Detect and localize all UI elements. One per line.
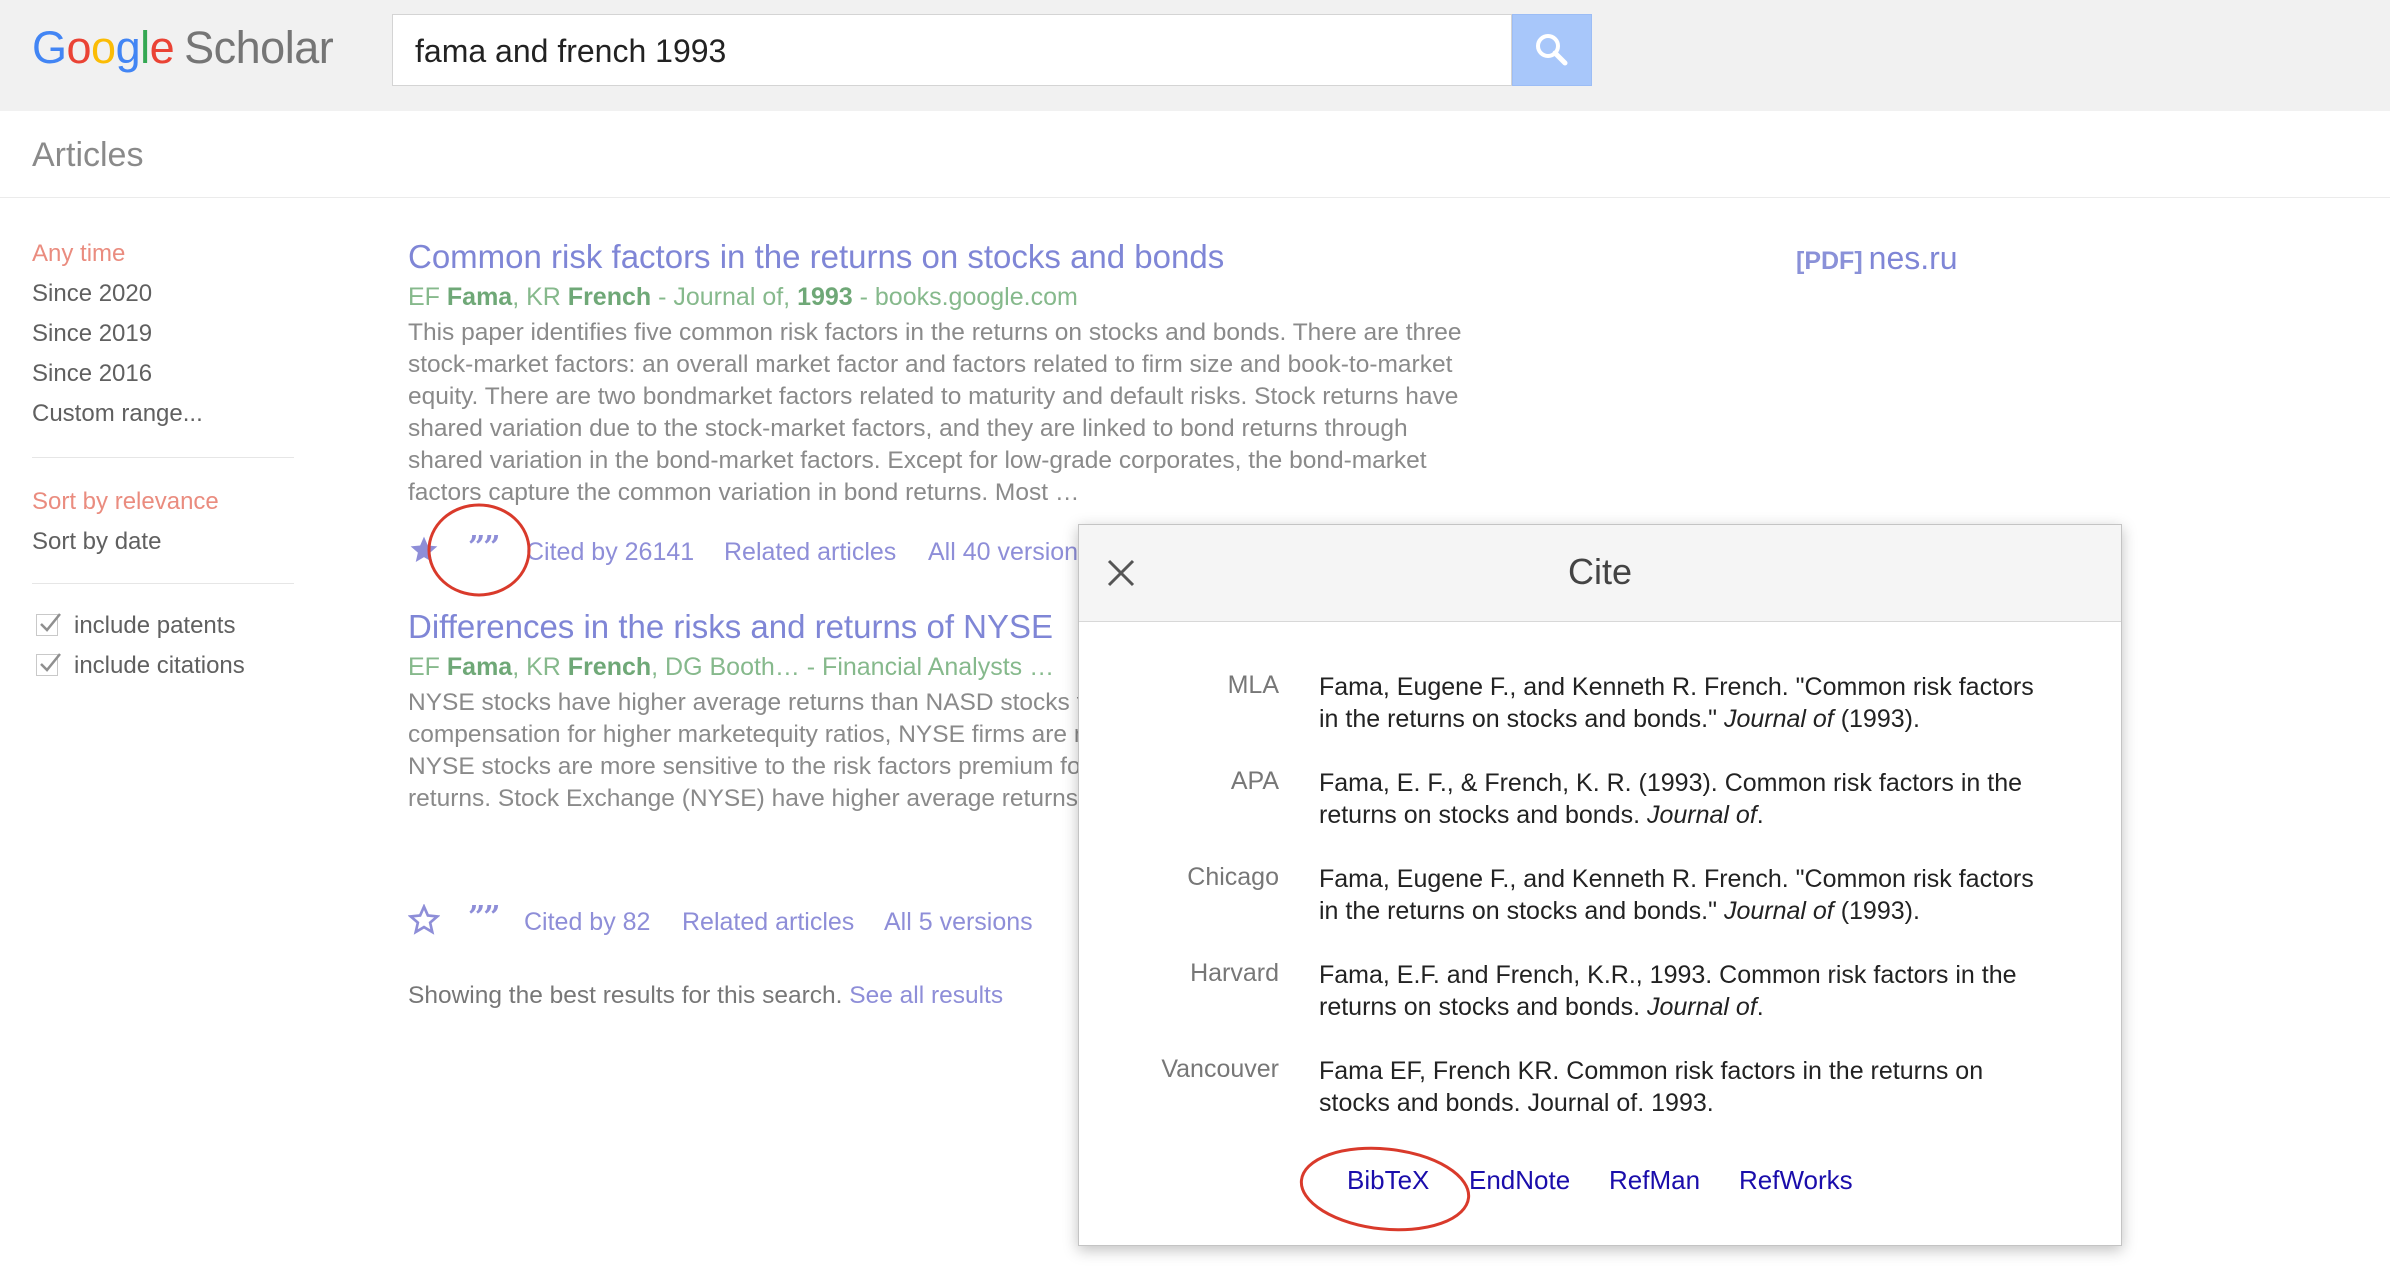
include-citations-checkbox[interactable] <box>36 653 61 676</box>
include-citations-label[interactable]: include citations <box>74 652 245 680</box>
sidebar-divider <box>32 457 294 458</box>
cite-dialog-header: Cite <box>1079 525 2121 622</box>
citation-text[interactable]: Fama, Eugene F., and Kenneth R. French. … <box>1319 671 2039 735</box>
cited-by-link[interactable]: Cited by 82 <box>524 908 650 937</box>
checkmark-icon <box>40 653 61 672</box>
result-authors: EF Fama, KR French, DG Booth… - Financia… <box>408 653 1055 681</box>
search-box <box>392 14 1512 87</box>
include-patents-checkbox[interactable] <box>36 613 61 636</box>
see-all-results-link[interactable]: See all results <box>849 982 1003 1009</box>
all-versions-link[interactable]: All 5 versions <box>884 908 1033 937</box>
include-patents-label[interactable]: include patents <box>74 612 235 640</box>
export-endnote-link[interactable]: EndNote <box>1469 1165 1570 1196</box>
close-icon[interactable] <box>1105 557 1137 589</box>
export-refman-link[interactable]: RefMan <box>1609 1165 1700 1196</box>
citation-text[interactable]: Fama, Eugene F., and Kenneth R. French. … <box>1319 863 2039 927</box>
sort-by-date[interactable]: Sort by date <box>32 528 161 556</box>
citation-format-label: MLA <box>1227 671 1279 699</box>
showing-best-results: Showing the best results for this search… <box>408 982 1004 1009</box>
filter-any-time[interactable]: Any time <box>32 240 125 268</box>
quote-icon[interactable]: ”” <box>468 900 500 935</box>
search-icon <box>1536 34 1568 66</box>
sidebar-divider <box>32 583 294 584</box>
search-input[interactable] <box>413 15 1497 87</box>
articles-bar <box>0 111 2390 198</box>
annotation-circle <box>1299 1146 1471 1232</box>
articles-label: Articles <box>32 136 144 174</box>
export-refworks-link[interactable]: RefWorks <box>1739 1165 1853 1196</box>
all-versions-link[interactable]: All 40 versions <box>928 538 1091 567</box>
cited-by-link[interactable]: Cited by 26141 <box>526 538 694 567</box>
citation-format-label: Harvard <box>1190 959 1279 987</box>
citation-format-label: Chicago <box>1187 863 1279 891</box>
citation-text[interactable]: Fama, E. F., & French, K. R. (1993). Com… <box>1319 767 2039 831</box>
checkmark-icon <box>40 613 61 632</box>
result-snippet: This paper identifies five common risk f… <box>408 319 1462 506</box>
citation-format-label: APA <box>1230 767 1279 795</box>
result-title[interactable]: Common risk factors in the returns on st… <box>408 238 1224 276</box>
filter-custom-range[interactable]: Custom range... <box>32 400 203 428</box>
filter-since-2020[interactable]: Since 2020 <box>32 280 152 308</box>
cite-dialog: Cite MLA Fama, Eugene F., and Kenneth R.… <box>1078 524 2122 1246</box>
citation-text[interactable]: Fama, E.F. and French, K.R., 1993. Commo… <box>1319 959 2039 1023</box>
related-articles-link[interactable]: Related articles <box>724 538 896 567</box>
citation-text[interactable]: Fama EF, French KR. Common risk factors … <box>1319 1055 2039 1119</box>
cite-dialog-title: Cite <box>1567 551 1633 592</box>
filter-since-2019[interactable]: Since 2019 <box>32 320 152 348</box>
filter-since-2016[interactable]: Since 2016 <box>32 360 152 388</box>
result-authors: EF Fama, KR French - Journal of, 1993 - … <box>408 283 1078 311</box>
citation-format-label: Vancouver <box>1161 1055 1279 1083</box>
star-outline-icon[interactable] <box>408 904 440 936</box>
result-title[interactable]: Differences in the risks and returns of … <box>408 608 1053 646</box>
pdf-link[interactable]: [PDF] nes.ru <box>1796 240 1958 277</box>
search-button[interactable] <box>1512 14 1592 86</box>
related-articles-link[interactable]: Related articles <box>682 908 854 937</box>
annotation-circle <box>427 503 531 597</box>
google-scholar-logo[interactable]: Google Scholar <box>32 22 334 74</box>
sort-by-relevance[interactable]: Sort by relevance <box>32 488 219 516</box>
